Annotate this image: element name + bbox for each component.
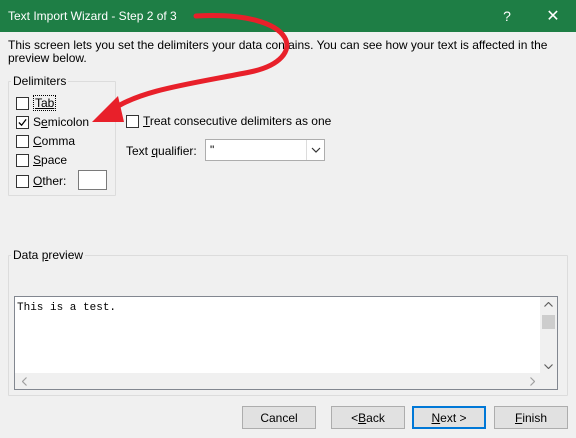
help-icon[interactable]: ? [484, 0, 530, 32]
vertical-scrollbar[interactable] [540, 297, 557, 373]
semicolon-option[interactable]: Semicolon [16, 115, 89, 129]
text-qualifier-label: Text qualifier: [126, 144, 197, 158]
comma-label: Comma [33, 134, 76, 148]
other-checkbox[interactable] [16, 174, 29, 188]
treat-consecutive-option[interactable]: Treat consecutive delimiters as one [126, 114, 331, 128]
data-preview-box[interactable]: This is a test. [14, 296, 558, 390]
tab-label: Tab [33, 95, 57, 111]
next-button[interactable]: Next > [412, 406, 486, 429]
cancel-button[interactable]: Cancel [242, 406, 316, 429]
other-delimiter-input[interactable] [78, 170, 107, 190]
scroll-up-icon[interactable] [540, 297, 557, 311]
title-bar: Text Import Wizard - Step 2 of 3 ? ✕ [0, 0, 576, 32]
scroll-down-icon[interactable] [540, 359, 557, 373]
horizontal-scrollbar[interactable] [15, 373, 557, 389]
space-label: Space [33, 153, 68, 167]
comma-checkbox[interactable] [16, 134, 29, 148]
semicolon-checkbox[interactable] [16, 115, 29, 129]
scroll-right-icon[interactable] [525, 375, 539, 387]
text-qualifier-select[interactable]: " [205, 139, 325, 161]
chevron-down-icon[interactable] [306, 140, 324, 160]
other-label: Other: [33, 174, 67, 188]
comma-option[interactable]: Comma [16, 134, 75, 148]
finish-button[interactable]: Finish [494, 406, 568, 429]
space-checkbox[interactable] [16, 153, 29, 167]
check-icon [18, 118, 27, 126]
window-title: Text Import Wizard - Step 2 of 3 [8, 9, 177, 23]
scrollbar-corner [540, 373, 557, 389]
intro-text: This screen lets you set the delimiters … [8, 38, 548, 65]
delimiters-legend: Delimiters [13, 74, 67, 88]
treat-consecutive-checkbox[interactable] [126, 114, 139, 128]
text-qualifier-value: " [210, 143, 215, 157]
scroll-left-icon[interactable] [17, 375, 31, 387]
vertical-scroll-thumb[interactable] [542, 315, 555, 329]
back-button[interactable]: < Back [331, 406, 405, 429]
tab-option[interactable]: Tab [16, 95, 57, 111]
tab-checkbox[interactable] [16, 96, 29, 110]
other-option[interactable]: Other: [16, 174, 66, 188]
close-icon[interactable]: ✕ [530, 0, 576, 32]
space-option[interactable]: Space [16, 153, 67, 167]
data-preview-legend: Data preview [13, 248, 84, 262]
treat-consecutive-label: Treat consecutive delimiters as one [143, 114, 332, 128]
semicolon-label: Semicolon [33, 115, 90, 129]
preview-text: This is a test. [17, 302, 117, 314]
